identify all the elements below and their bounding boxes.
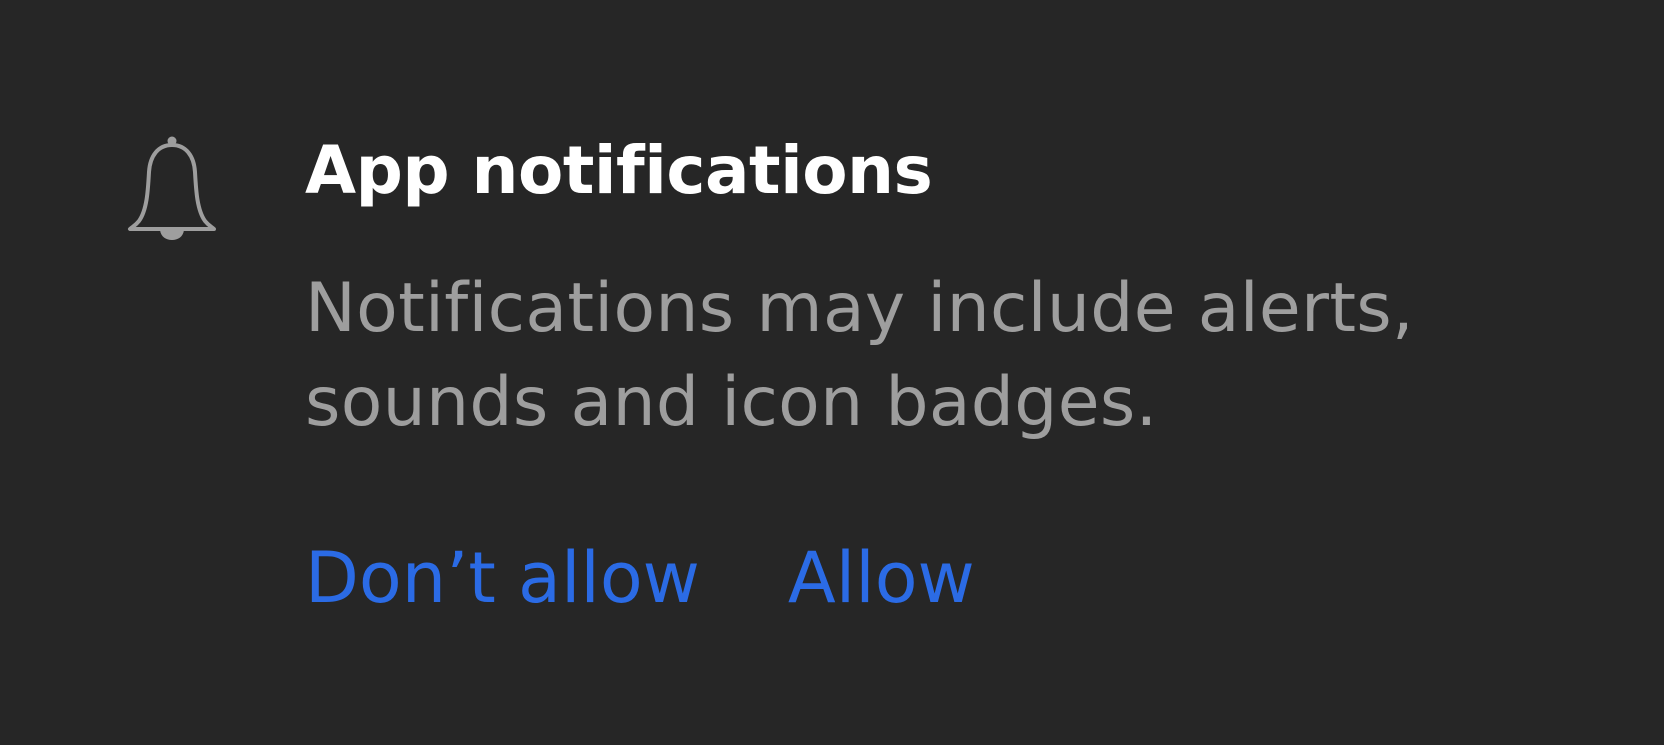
dialog-title: App notifications: [305, 132, 933, 209]
allow-button[interactable]: Allow: [788, 534, 975, 622]
bell-icon: [126, 134, 218, 242]
dont-allow-button[interactable]: Don’t allow: [305, 534, 700, 622]
dialog-actions: Don’t allow Allow: [305, 534, 975, 622]
dialog-message: Notifications may include alerts, sounds…: [305, 269, 1414, 442]
notification-permission-dialog: App notifications Notifications may incl…: [0, 0, 1664, 745]
